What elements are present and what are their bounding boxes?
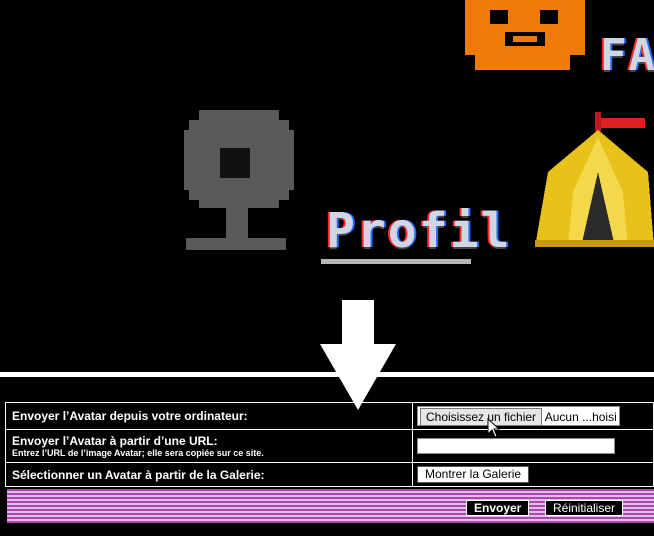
show-gallery-button[interactable]: Montrer la Galerie — [417, 466, 530, 483]
url-input[interactable] — [417, 438, 615, 454]
upload-label-cell: Envoyer l’Avatar depuis votre ordinateur… — [5, 402, 413, 430]
freddy-face-icon[interactable] — [465, 0, 585, 70]
gallery-label-cell: Sélectionner un Avatar à partir de la Ga… — [5, 462, 413, 487]
mouse-cursor-icon — [487, 418, 501, 438]
circus-tent-icon[interactable] — [533, 112, 654, 252]
gallery-button-cell: Montrer la Galerie — [412, 462, 654, 487]
url-input-cell — [412, 429, 654, 463]
choose-file-button[interactable]: Choisissez un fichier — [420, 408, 543, 426]
webcam-icon[interactable] — [184, 110, 294, 258]
panel-top-border — [0, 372, 654, 377]
reset-button[interactable]: Réinitialiser — [545, 500, 624, 516]
upload-input-cell: Choisissez un fichier Aucun ...hoisi — [412, 402, 654, 430]
url-hint: Entrez l’URL de l’image Avatar; elle ser… — [12, 448, 264, 458]
upload-label: Envoyer l’Avatar depuis votre ordinateur… — [12, 409, 248, 423]
profile-underline — [321, 259, 471, 264]
nav-profile-label[interactable]: Profil — [326, 203, 511, 259]
down-arrow-icon — [320, 300, 396, 410]
gallery-label: Sélectionner un Avatar à partir de la Ga… — [12, 467, 265, 482]
avatar-form: Envoyer l’Avatar depuis votre ordinateur… — [5, 402, 654, 487]
file-input[interactable]: Choisissez un fichier Aucun ...hoisi — [417, 406, 620, 426]
gallery-row: Sélectionner un Avatar à partir de la Ga… — [5, 462, 654, 487]
file-status-text: Aucun ...hoisi — [544, 410, 617, 424]
upload-row: Envoyer l’Avatar depuis votre ordinateur… — [5, 402, 654, 430]
url-label-cell: Envoyer l’Avatar à partir d’une URL: Ent… — [5, 429, 413, 463]
url-row: Envoyer l’Avatar à partir d’une URL: Ent… — [5, 429, 654, 463]
nav-fa-label[interactable]: FA — [600, 30, 654, 81]
url-label: Envoyer l’Avatar à partir d’une URL: — [12, 434, 218, 448]
submit-button[interactable]: Envoyer — [466, 500, 530, 516]
